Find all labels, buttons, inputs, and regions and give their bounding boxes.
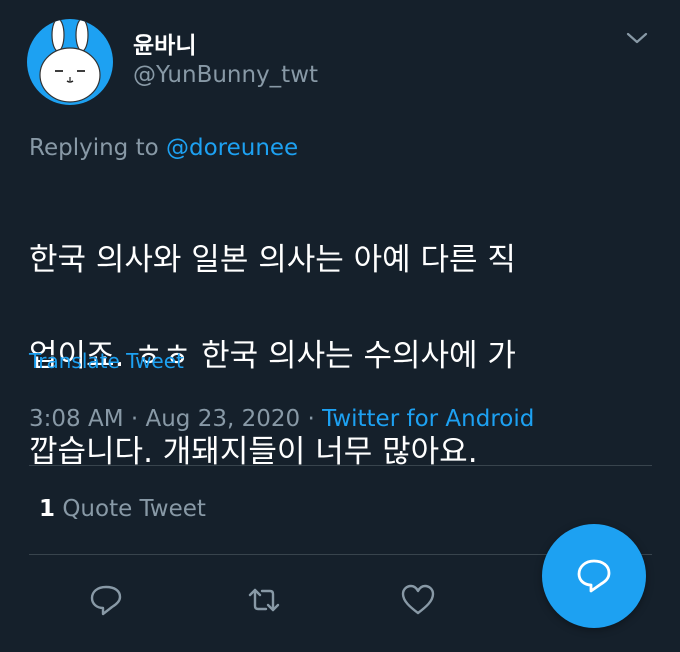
tweet-date: Aug 23, 2020 xyxy=(145,406,301,432)
replying-to-line: Replying to @doreunee xyxy=(29,135,298,161)
tweet-text-line: 깝습니다. 개돼지들이 너무 많아요. xyxy=(29,434,478,470)
heart-icon xyxy=(401,584,435,615)
meta-separator: · xyxy=(307,406,315,432)
replying-prefix: Replying to xyxy=(29,135,159,161)
meta-separator: · xyxy=(130,406,139,432)
compose-reply-icon xyxy=(577,559,611,593)
chevron-down-icon xyxy=(626,32,648,44)
bunny-avatar-icon xyxy=(39,19,101,103)
tweet-text-line: 한국 의사와 일본 의사는 아예 다른 직 xyxy=(29,242,516,278)
retweet-button[interactable] xyxy=(246,582,282,618)
avatar[interactable] xyxy=(27,19,113,105)
quote-count: 1 xyxy=(39,496,56,522)
tweet-menu-button[interactable] xyxy=(624,28,650,48)
tweet-time: 3:08 AM xyxy=(29,406,124,432)
divider xyxy=(29,465,652,466)
quote-label: Quote Tweet xyxy=(62,496,206,522)
translate-tweet-link[interactable]: Translate Tweet xyxy=(29,349,184,373)
user-handle[interactable]: @YunBunny_twt xyxy=(133,62,318,88)
compose-reply-button[interactable] xyxy=(542,524,646,628)
reply-mention-link[interactable]: @doreunee xyxy=(166,135,298,161)
tweet-meta: 3:08 AM · Aug 23, 2020 · Twitter for And… xyxy=(29,406,534,432)
quote-tweets-link[interactable]: 1 Quote Tweet xyxy=(39,496,206,522)
like-button[interactable] xyxy=(400,582,436,618)
reply-button[interactable] xyxy=(88,582,124,618)
tweet-source-link[interactable]: Twitter for Android xyxy=(322,406,534,432)
reply-icon xyxy=(90,585,122,616)
display-name[interactable]: 윤바니 xyxy=(133,26,196,60)
retweet-icon xyxy=(248,588,280,612)
